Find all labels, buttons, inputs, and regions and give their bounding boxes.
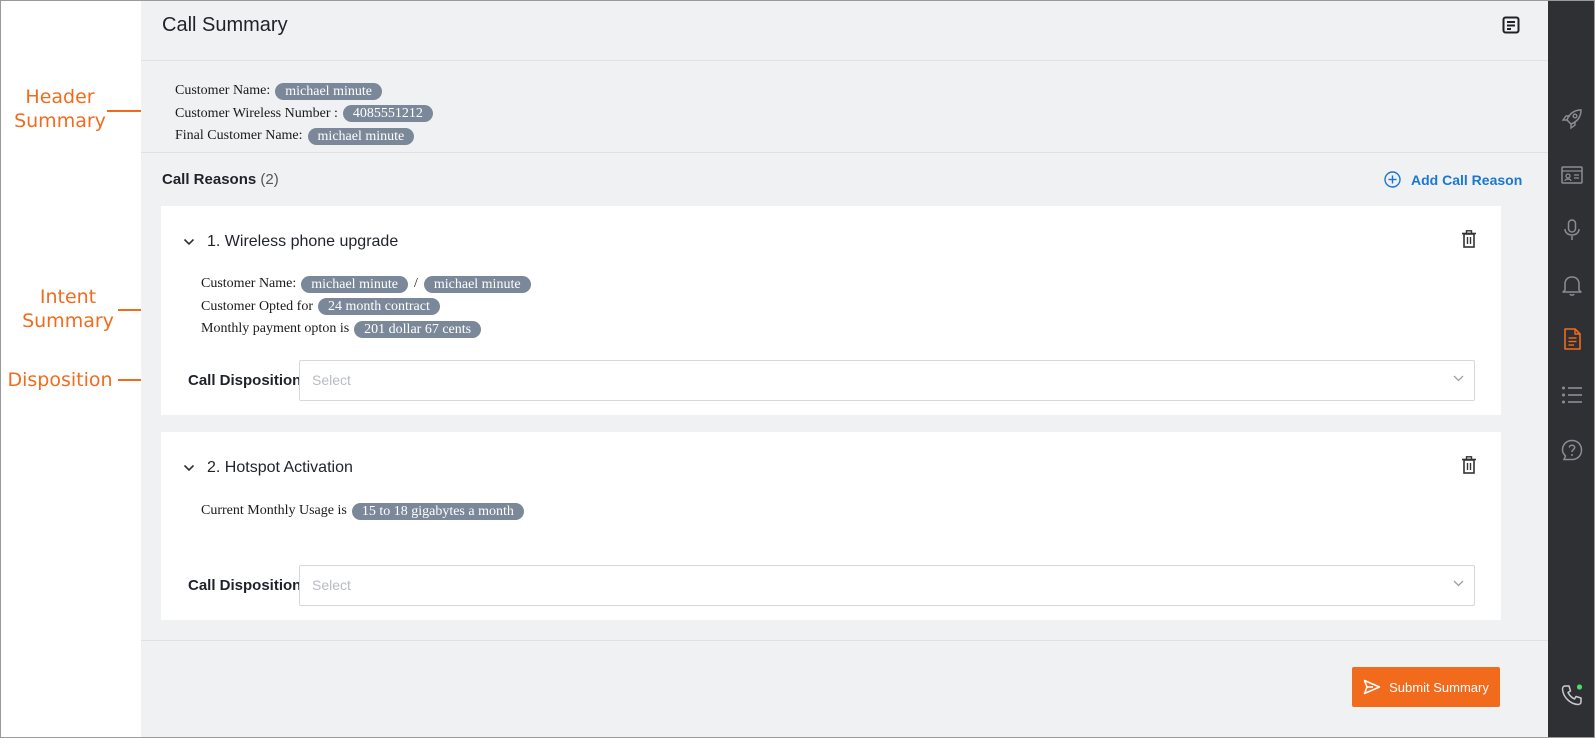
call-reason-title: 1. Wireless phone upgrade — [207, 233, 399, 250]
intent-name-separator: / — [413, 276, 418, 292]
final-name-label: Final Customer Name: — [175, 128, 303, 144]
call-disposition-label: Call Disposition: — [188, 577, 307, 594]
intent-payment-chip: 201 dollar 67 cents — [354, 320, 482, 338]
id-card-icon[interactable] — [1561, 164, 1583, 186]
summary-row-wireless-number: Customer Wireless Number : 4085551212 — [175, 103, 433, 126]
wireless-number-chip: 4085551212 — [342, 105, 433, 123]
footer-divider — [141, 640, 1548, 641]
call-reasons-count: (2) — [260, 171, 279, 188]
intent-name-label: Customer Name: — [201, 276, 297, 292]
annotation-intent-line2: Summary — [22, 310, 114, 332]
intent-row-usage: Current Monthly Usage is 15 to 18 gigaby… — [201, 500, 524, 523]
right-rail — [1548, 0, 1595, 738]
call-disposition-placeholder: Select — [312, 577, 351, 593]
intent-name-chip-b: michael minute — [423, 275, 531, 293]
online-status-dot — [1576, 684, 1583, 690]
annotation-header-summary: Header Summary — [14, 85, 106, 133]
intent-opted-chip: 24 month contract — [317, 298, 440, 316]
chevron-down-icon[interactable] — [183, 238, 195, 246]
intent-usage-chip: 15 to 18 gigabytes a month — [351, 502, 524, 520]
intent-opted-label: Customer Opted for — [201, 298, 313, 314]
annotation-header-line1: Header — [25, 86, 95, 108]
trash-icon[interactable] — [1461, 230, 1477, 248]
customer-name-label: Customer Name: — [175, 83, 271, 99]
wireless-number-label: Customer Wireless Number : — [175, 105, 338, 121]
list-icon[interactable] — [1561, 384, 1583, 406]
customer-name-chip: michael minute — [275, 82, 382, 100]
microphone-icon[interactable] — [1561, 219, 1583, 241]
call-reason-card: 1. Wireless phone upgrade Customer Name:… — [161, 206, 1501, 415]
chevron-down-icon[interactable] — [183, 464, 195, 472]
call-disposition-select[interactable]: Select — [299, 360, 1475, 401]
annotation-intent-summary: Intent Summary — [22, 285, 114, 333]
trash-icon[interactable] — [1461, 456, 1477, 474]
bell-icon[interactable] — [1561, 274, 1583, 296]
intent-summary: Customer Name: michael minute / michael … — [201, 273, 531, 341]
call-reason-title: 2. Hotspot Activation — [207, 459, 353, 476]
call-reasons-title: Call Reasons (2) — [162, 171, 279, 188]
help-icon[interactable] — [1561, 439, 1583, 461]
intent-row-opted: Customer Opted for 24 month contract — [201, 296, 531, 319]
rocket-icon[interactable] — [1561, 108, 1583, 130]
summary-row-customer-name: Customer Name: michael minute — [175, 80, 433, 103]
call-disposition-select[interactable]: Select — [299, 565, 1475, 606]
summary-divider — [141, 152, 1548, 153]
call-reason-card: 2. Hotspot Activation Current Monthly Us… — [161, 432, 1501, 620]
intent-row-customer-name: Customer Name: michael minute / michael … — [201, 273, 531, 296]
intent-name-chip-a: michael minute — [301, 275, 408, 293]
send-icon — [1363, 679, 1381, 695]
intent-usage-label: Current Monthly Usage is — [201, 503, 347, 519]
note-icon[interactable] — [1502, 16, 1520, 34]
phone-icon[interactable] — [1561, 684, 1583, 706]
submit-summary-button[interactable]: Submit Summary — [1352, 667, 1500, 707]
call-disposition-placeholder: Select — [312, 372, 351, 388]
header-summary: Customer Name: michael minute Customer W… — [175, 80, 433, 148]
call-reasons-label: Call Reasons — [162, 171, 257, 188]
submit-summary-label: Submit Summary — [1389, 679, 1489, 695]
page-title: Call Summary — [162, 14, 288, 36]
summary-row-final-name: Final Customer Name: michael minute — [175, 125, 433, 148]
intent-row-payment: Monthly payment opton is 201 dollar 67 c… — [201, 318, 531, 341]
call-disposition-label: Call Disposition: — [188, 372, 307, 389]
annotation-intent-line1: Intent — [39, 286, 97, 308]
add-call-reason-button[interactable]: Add Call Reason — [1384, 171, 1522, 188]
document-icon[interactable] — [1561, 328, 1583, 350]
annotation-disposition: Disposition — [7, 369, 113, 391]
annotation-header-line2: Summary — [14, 110, 106, 132]
chevron-down-icon — [1453, 580, 1464, 587]
plus-circle-icon — [1384, 171, 1401, 188]
call-summary-panel: Call Summary Customer Name: michael minu… — [141, 0, 1548, 738]
call-reason-header[interactable]: 1. Wireless phone upgrade — [183, 233, 398, 251]
add-call-reason-label: Add Call Reason — [1411, 171, 1523, 188]
intent-summary: Current Monthly Usage is 15 to 18 gigaby… — [201, 500, 524, 523]
call-reason-header[interactable]: 2. Hotspot Activation — [183, 459, 353, 477]
chevron-down-icon — [1453, 375, 1464, 382]
final-name-chip: michael minute — [307, 127, 415, 145]
intent-payment-label: Monthly payment opton is — [201, 321, 350, 337]
panel-header: Call Summary — [141, 0, 1548, 61]
